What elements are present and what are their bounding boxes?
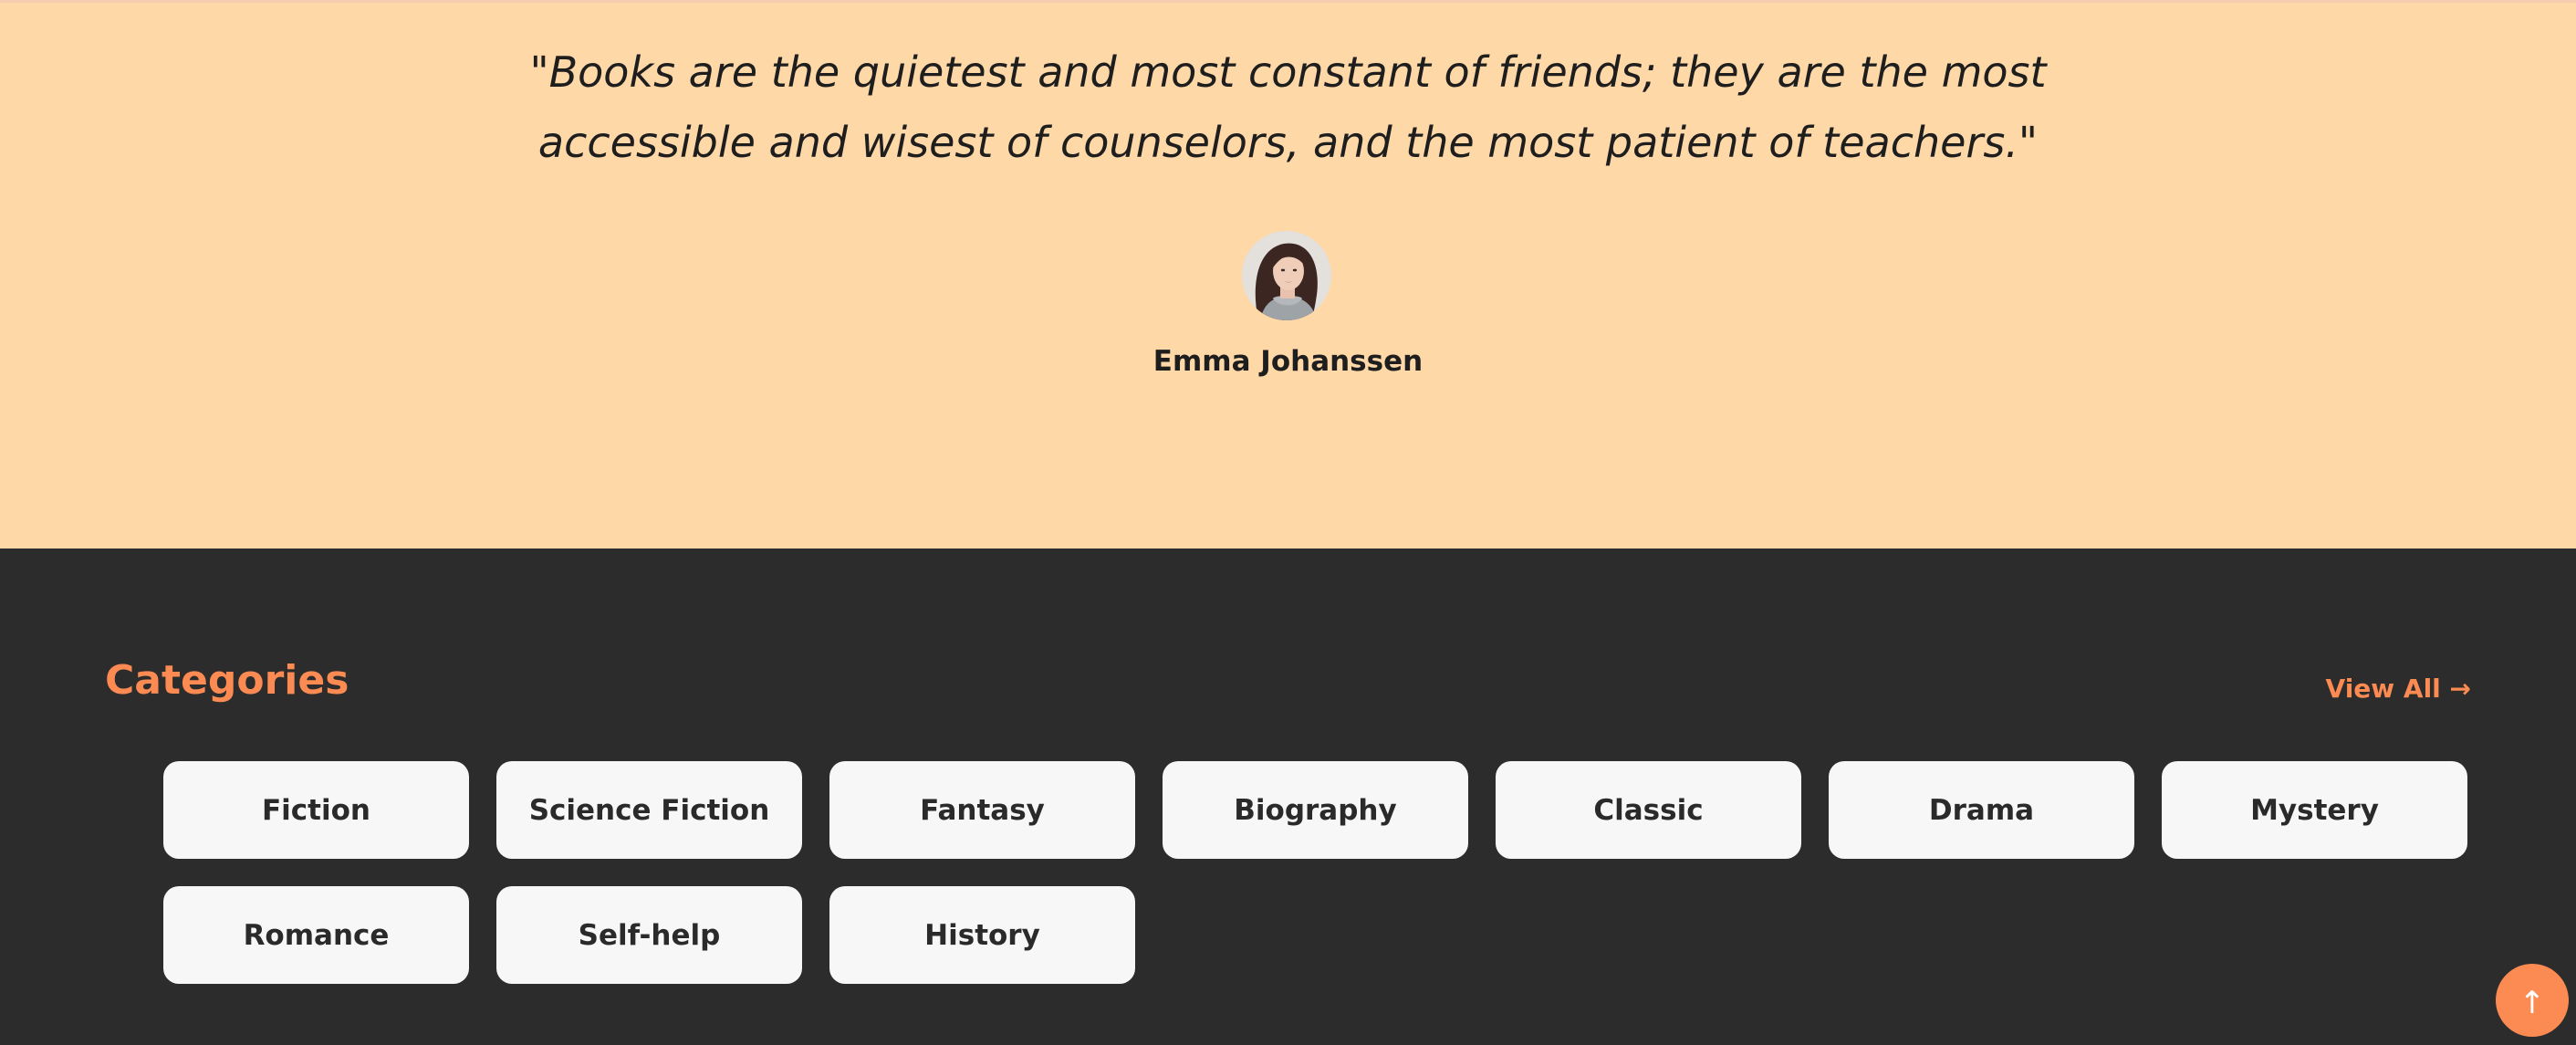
view-all-link[interactable]: View All → [2326,673,2471,705]
author-avatar [1242,231,1331,320]
category-button-classic[interactable]: Classic [1496,761,1801,859]
category-button-mystery[interactable]: Mystery [2162,761,2467,859]
author-name: Emma Johanssen [1152,345,1424,378]
testimonial-quote: "Books are the quietest and most constan… [0,37,2576,178]
page: "Books are the quietest and most constan… [0,0,2576,1045]
category-button-biography[interactable]: Biography [1163,761,1468,859]
category-button-self-help[interactable]: Self-help [496,886,802,984]
category-button-drama[interactable]: Drama [1829,761,2134,859]
category-button-fiction[interactable]: Fiction [163,761,469,859]
testimonial-quote-line: "Books are the quietest and most constan… [529,47,2047,97]
testimonial-section: "Books are the quietest and most constan… [0,0,2576,549]
arrow-up-icon: ↑ [2519,985,2546,1021]
category-button-history[interactable]: History [829,886,1135,984]
testimonial-quote-line: accessible and wisest of counselors, and… [537,118,2039,167]
categories-section: Categories View All → Fiction Science Fi… [0,549,2576,1045]
category-button-science-fiction[interactable]: Science Fiction [496,761,802,859]
category-grid: Fiction Science Fiction Fantasy Biograph… [163,761,2470,984]
category-button-fantasy[interactable]: Fantasy [829,761,1135,859]
scroll-to-top-button[interactable]: ↑ [2496,964,2569,1037]
category-button-romance[interactable]: Romance [163,886,469,984]
categories-heading: Categories [105,657,349,704]
author-portrait-image [1242,231,1331,320]
